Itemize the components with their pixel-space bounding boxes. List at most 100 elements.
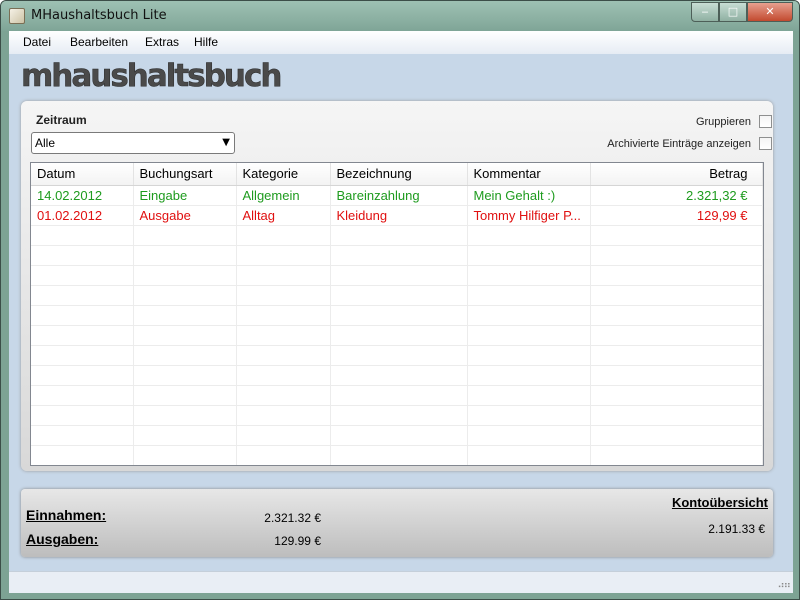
bookings-grid: Datum Buchungsart Kategorie Bezeichnung … xyxy=(31,163,763,465)
menu-bearbeiten[interactable]: Bearbeiten xyxy=(70,35,128,49)
table-cell xyxy=(330,265,468,286)
close-button[interactable]: ✕ xyxy=(747,2,793,22)
col-header-bezeichnung[interactable]: Bezeichnung xyxy=(330,163,468,186)
maximize-button[interactable]: □ xyxy=(719,2,747,22)
table-cell xyxy=(133,345,237,366)
client-area: Datei Bearbeiten Extras Hilfe mhaushalts… xyxy=(9,31,793,593)
table-row[interactable] xyxy=(31,265,763,286)
archiv-label: Archivierte Einträge anzeigen xyxy=(607,138,751,150)
ausgaben-value: 129.99 € xyxy=(274,534,321,548)
table-row[interactable] xyxy=(31,285,763,306)
konto-value: 2.191.33 € xyxy=(708,522,765,536)
table-cell: Mein Gehalt :) xyxy=(467,185,591,206)
col-header-betrag[interactable]: Betrag xyxy=(590,163,763,186)
table-cell: Ausgabe xyxy=(133,205,237,226)
status-bar: ⠴⠶ xyxy=(9,571,793,593)
table-cell xyxy=(467,325,591,346)
table-cell xyxy=(590,365,763,386)
table-row[interactable] xyxy=(31,305,763,326)
table-cell xyxy=(330,445,468,465)
table-cell xyxy=(133,265,237,286)
table-cell xyxy=(590,285,763,306)
table-cell xyxy=(133,405,237,426)
table-cell xyxy=(236,245,331,266)
table-cell xyxy=(467,405,591,426)
bookings-panel: Zeitraum Alle ▼ Gruppieren Archivierte E… xyxy=(21,101,773,471)
gruppieren-checkbox[interactable] xyxy=(759,115,772,128)
table-cell xyxy=(31,345,134,366)
table-cell xyxy=(133,385,237,406)
table-cell xyxy=(236,265,331,286)
zeitraum-value: Alle xyxy=(35,136,56,150)
table-cell: 129,99 € xyxy=(590,205,763,226)
col-header-datum[interactable]: Datum xyxy=(31,163,134,186)
table-cell: 2.321,32 € xyxy=(590,185,763,206)
table-cell xyxy=(330,425,468,446)
table-cell xyxy=(236,425,331,446)
table-row[interactable] xyxy=(31,405,763,426)
table-cell xyxy=(133,225,237,246)
table-cell xyxy=(467,365,591,386)
title-bar[interactable]: MHaushaltsbuch Lite ‒ □ ✕ xyxy=(1,1,799,31)
einnahmen-value: 2.321.32 € xyxy=(264,511,321,525)
table-cell xyxy=(590,445,763,465)
table-row[interactable] xyxy=(31,365,763,386)
table-cell xyxy=(236,325,331,346)
table-cell xyxy=(467,425,591,446)
table-cell xyxy=(31,365,134,386)
table-cell xyxy=(236,225,331,246)
col-header-kategorie[interactable]: Kategorie xyxy=(236,163,331,186)
table-row[interactable] xyxy=(31,225,763,246)
app-logo: mhaushaltsbuch xyxy=(21,58,281,93)
table-cell xyxy=(31,245,134,266)
table-cell: Tommy Hilfiger P... xyxy=(467,205,591,226)
table-cell: 01.02.2012 xyxy=(31,205,134,226)
zeitraum-label: Zeitraum xyxy=(36,113,87,127)
table-cell xyxy=(590,225,763,246)
table-cell xyxy=(31,385,134,406)
minimize-button[interactable]: ‒ xyxy=(691,2,719,22)
table-row[interactable] xyxy=(31,425,763,446)
app-book-icon[interactable] xyxy=(9,8,25,24)
table-cell xyxy=(330,225,468,246)
table-row[interactable] xyxy=(31,245,763,266)
table-row[interactable] xyxy=(31,385,763,406)
col-header-kommentar[interactable]: Kommentar xyxy=(467,163,591,186)
chevron-down-icon[interactable]: ▼ xyxy=(222,137,230,148)
table-row[interactable] xyxy=(31,445,763,465)
table-cell xyxy=(133,445,237,465)
ausgaben-label: Ausgaben: xyxy=(26,531,99,547)
table-row[interactable]: 14.02.2012 Eingabe Allgemein Bareinzahlung M… xyxy=(31,185,763,206)
table-cell xyxy=(31,225,134,246)
menu-extras[interactable]: Extras xyxy=(145,35,179,49)
table-row[interactable]: 01.02.2012 Ausgabe Alltag Kleidung Tommy Hil… xyxy=(31,205,763,226)
table-body: 14.02.2012 Eingabe Allgemein Bareinzahlung M… xyxy=(31,185,763,465)
archiv-checkbox[interactable] xyxy=(759,137,772,150)
table-cell xyxy=(31,285,134,306)
menu-datei[interactable]: Datei xyxy=(23,35,51,49)
resize-grip-icon[interactable]: ⠴⠶ xyxy=(777,580,791,591)
col-header-buchungsart[interactable]: Buchungsart xyxy=(133,163,237,186)
table-cell xyxy=(236,345,331,366)
table-cell: Kleidung xyxy=(330,205,468,226)
table-cell xyxy=(467,265,591,286)
logo-text: mhaushaltsbuch xyxy=(21,58,280,93)
table-cell xyxy=(31,325,134,346)
table-cell: Allgemein xyxy=(236,185,331,206)
menu-hilfe[interactable]: Hilfe xyxy=(194,35,218,49)
table-cell xyxy=(330,345,468,366)
table-cell xyxy=(467,285,591,306)
table-cell xyxy=(330,285,468,306)
table-cell xyxy=(236,385,331,406)
table-row[interactable] xyxy=(31,325,763,346)
table-cell xyxy=(236,365,331,386)
table-cell xyxy=(330,385,468,406)
summary-panel: Einnahmen: 2.321.32 € Ausgaben: 129.99 €… xyxy=(21,489,773,557)
table-cell xyxy=(330,305,468,326)
table-cell xyxy=(330,405,468,426)
table-cell xyxy=(330,365,468,386)
einnahmen-label: Einnahmen: xyxy=(26,507,107,523)
table-row[interactable] xyxy=(31,345,763,366)
table-cell: Alltag xyxy=(236,205,331,226)
zeitraum-dropdown[interactable]: Alle ▼ xyxy=(31,132,235,154)
